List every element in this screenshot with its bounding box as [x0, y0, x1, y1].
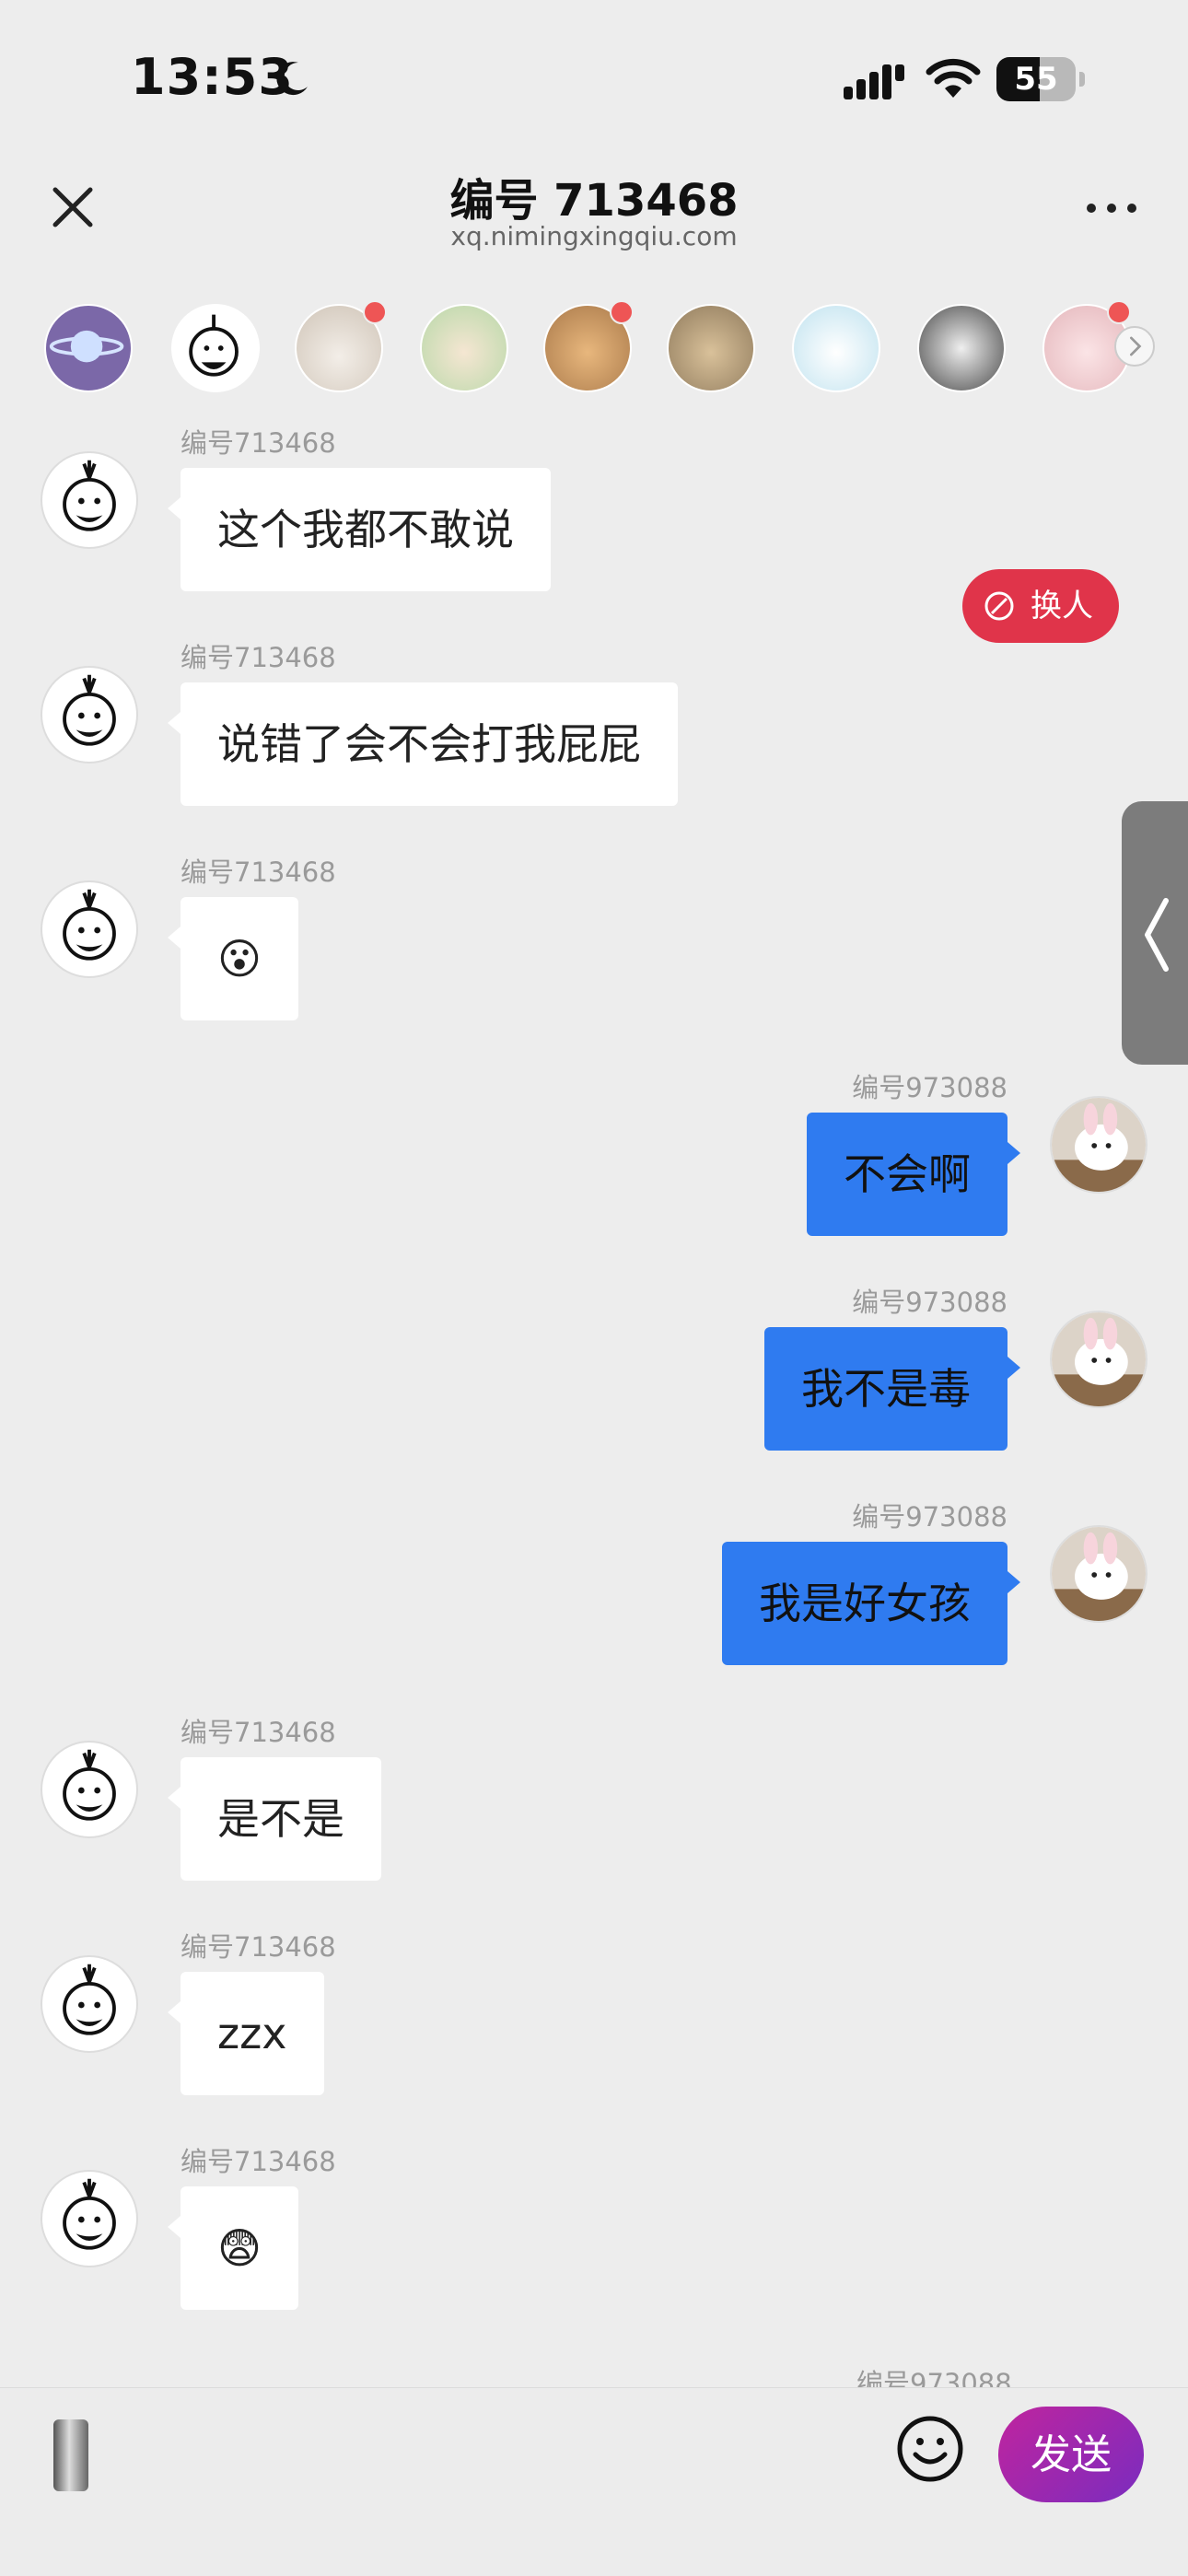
incoming-message-bubble[interactable]: 是不是: [168, 1757, 381, 1881]
sender-avatar[interactable]: [41, 1955, 138, 2053]
figure-avatar[interactable]: [917, 304, 1006, 392]
message-input[interactable]: [120, 2414, 860, 2499]
emoji-icon[interactable]: [895, 2414, 965, 2484]
sender-label: 编号713468: [181, 642, 336, 673]
swap-person-button[interactable]: 换人: [962, 569, 1119, 643]
incoming-message-bubble[interactable]: 说错了会不会打我屁屁: [168, 682, 678, 806]
incoming-message-bubble[interactable]: 这个我都不敢说: [168, 468, 551, 591]
sender-label: 编号973088: [852, 1072, 1007, 1103]
more-icon[interactable]: [1087, 201, 1138, 216]
battery-percent: 55: [1014, 61, 1058, 98]
stickman-avatar[interactable]: [171, 304, 260, 392]
outgoing-message-bubble[interactable]: 我是好女孩: [722, 1542, 1020, 1665]
pig-mask-avatar[interactable]: [792, 304, 880, 392]
unread-dot: [363, 300, 387, 324]
send-button[interactable]: 发送: [998, 2407, 1144, 2502]
chevron-right-icon[interactable]: [1114, 326, 1155, 367]
my-avatar[interactable]: [1050, 1525, 1147, 1623]
avatar-strip: [0, 295, 1188, 405]
chat-subtitle: xq.nimingxingqiu.com: [450, 221, 738, 251]
outgoing-message-bubble[interactable]: 我不是毒: [764, 1327, 1020, 1451]
sender-label: 编号713468: [181, 427, 336, 459]
side-drawer-handle[interactable]: [1122, 801, 1188, 1065]
hamster-avatar[interactable]: [667, 304, 755, 392]
sender-avatar[interactable]: [41, 451, 138, 549]
composer-bar: 发送: [0, 2387, 1188, 2576]
battery-icon: 55: [996, 57, 1085, 101]
signal-icon: [844, 64, 904, 99]
chevron-left-icon: [1145, 898, 1169, 972]
wifi-icon: [926, 58, 981, 98]
sender-label: 编号713468: [181, 2146, 336, 2177]
outgoing-message-bubble[interactable]: 不会啊: [807, 1113, 1020, 1236]
swap-icon: [984, 591, 1014, 621]
sender-label: 编号713468: [181, 1717, 336, 1748]
incoming-message-bubble[interactable]: 😨: [168, 2186, 298, 2310]
status-bar: 13:53 55: [0, 0, 1188, 157]
sender-avatar[interactable]: [41, 880, 138, 978]
sender-avatar[interactable]: [41, 666, 138, 763]
status-time: 13:53: [131, 48, 294, 106]
moon-icon: [276, 62, 308, 96]
sender-avatar[interactable]: [41, 2170, 138, 2267]
sender-label: 编号973088: [852, 1287, 1007, 1318]
sender-avatar[interactable]: [41, 1741, 138, 1838]
boy-avatar[interactable]: [420, 304, 508, 392]
unread-dot: [610, 300, 634, 324]
incoming-message-bubble[interactable]: 😮: [168, 897, 298, 1020]
sender-label: 编号973088: [852, 1501, 1007, 1533]
voice-icon[interactable]: [53, 2419, 88, 2491]
swap-person-label: 换人: [1031, 588, 1093, 624]
incoming-message-bubble[interactable]: zzx: [168, 1972, 324, 2095]
chat-title: 编号 713468: [449, 175, 739, 227]
planet-avatar[interactable]: [44, 304, 133, 392]
my-avatar[interactable]: [1050, 1096, 1147, 1194]
unread-dot: [1107, 300, 1131, 324]
my-avatar[interactable]: [1050, 1311, 1147, 1408]
sender-label: 编号713468: [181, 1931, 336, 1963]
sender-label: 编号713468: [181, 857, 336, 888]
